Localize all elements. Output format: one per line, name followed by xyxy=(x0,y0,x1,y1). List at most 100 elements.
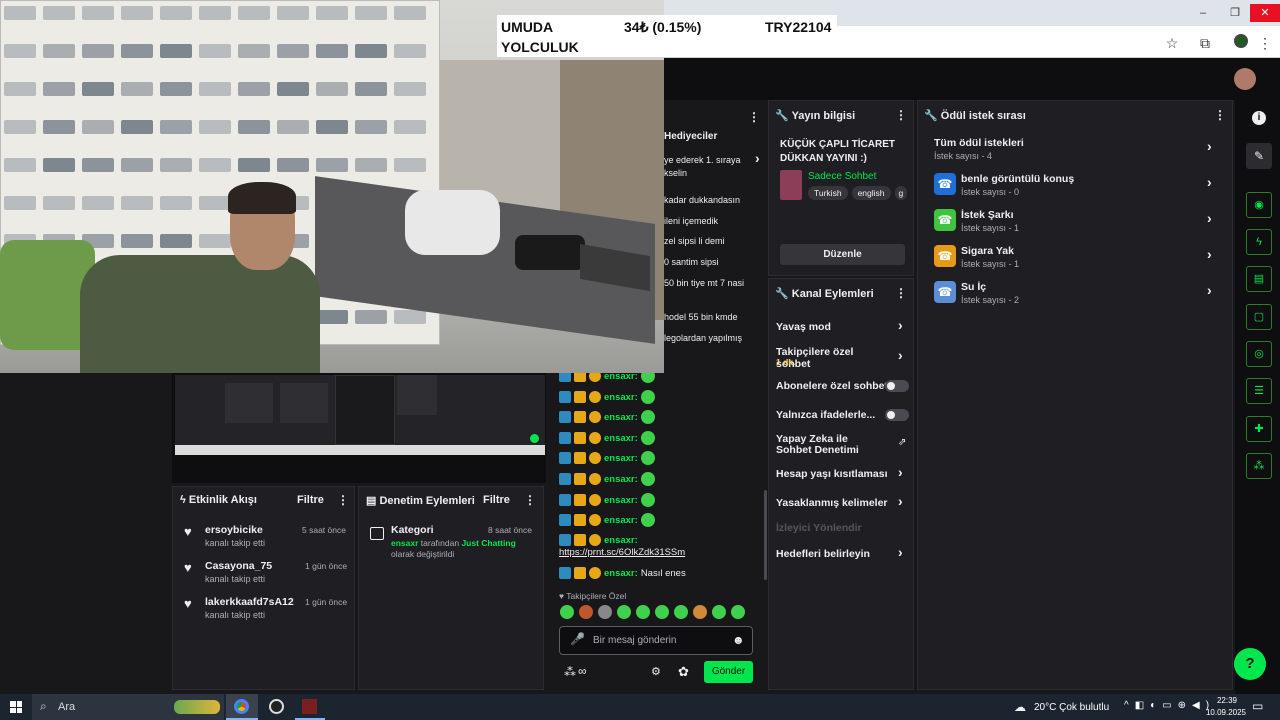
camera-icon[interactable]: ◉ xyxy=(1246,192,1272,218)
windows-start-icon[interactable] xyxy=(10,701,22,713)
chevron-right-icon[interactable]: › xyxy=(898,464,903,480)
set-goals-label[interactable]: Hedefleri belirleyin xyxy=(776,548,870,560)
tag[interactable]: english xyxy=(851,186,891,200)
layout-icon[interactable]: ☰ xyxy=(1246,378,1272,404)
channel-points-icon[interactable]: ⁂ xyxy=(564,665,576,679)
mod-menu-icon[interactable]: ⋮ xyxy=(524,493,536,507)
profile-icon[interactable] xyxy=(1232,34,1250,52)
channel-actions-menu-icon[interactable]: ⋮ xyxy=(895,286,907,300)
bot-icon[interactable]: ✿ xyxy=(678,664,689,680)
mod-entry-category[interactable]: Just Chatting xyxy=(461,538,515,548)
chevron-right-icon[interactable]: › xyxy=(1207,282,1212,298)
chevron-right-icon[interactable]: › xyxy=(1207,138,1212,154)
chat-username[interactable]: ensaxr: xyxy=(604,495,638,506)
chat-username[interactable]: ensaxr: xyxy=(604,515,638,526)
emote-only-toggle[interactable] xyxy=(885,409,909,421)
chevron-right-icon[interactable]: › xyxy=(1207,246,1212,262)
extensions-icon[interactable]: ⁂ xyxy=(1246,453,1272,479)
chat-username[interactable]: ensaxr: xyxy=(604,535,638,546)
chat-username[interactable]: ensaxr: xyxy=(604,474,638,485)
emote[interactable] xyxy=(598,605,612,619)
banned-words-label[interactable]: Yasaklanmış kelimeler xyxy=(776,497,888,509)
activity-filter-button[interactable]: Filtre xyxy=(297,494,324,506)
activity-menu-icon[interactable]: ⋮ xyxy=(337,493,349,507)
chevron-right-icon[interactable]: › xyxy=(755,150,760,166)
category-name[interactable]: Sadece Sohbet xyxy=(808,171,876,182)
broadcast-icon[interactable]: ◎ xyxy=(1246,341,1272,367)
reward-name[interactable]: benle görüntülü konuş xyxy=(961,173,1074,185)
chevron-right-icon[interactable]: › xyxy=(1207,210,1212,226)
ai-moderation-label[interactable]: Yapay Zeka ile Sohbet Denetimi xyxy=(776,434,886,455)
emote[interactable] xyxy=(579,605,593,619)
chat-username[interactable]: ensaxr: xyxy=(604,433,638,444)
tag[interactable]: Turkish xyxy=(808,186,848,200)
emote[interactable] xyxy=(674,605,688,619)
event-user[interactable]: lakerkkaafd7sA12 xyxy=(205,596,294,608)
app-taskbar-button[interactable] xyxy=(295,694,325,720)
clock-time[interactable]: 22:39 xyxy=(1212,696,1242,705)
chat-settings-icon[interactable]: ⚙ xyxy=(651,665,661,678)
emote[interactable] xyxy=(636,605,650,619)
clock-date[interactable]: 10.09.2025 xyxy=(1204,708,1248,717)
stream-info-menu-icon[interactable]: ⋮ xyxy=(895,108,907,122)
reward-name[interactable]: Su İç xyxy=(961,281,986,293)
chat-username[interactable]: ensaxr: xyxy=(604,568,638,579)
emote[interactable] xyxy=(712,605,726,619)
chat-username[interactable]: ensaxr: xyxy=(604,392,638,403)
chat-icon[interactable]: ▢ xyxy=(1246,304,1272,330)
emote[interactable] xyxy=(731,605,745,619)
emote-picker-icon[interactable]: ☻ xyxy=(732,633,745,647)
chevron-right-icon[interactable]: › xyxy=(898,347,903,363)
slow-mode-label[interactable]: Yavaş mod xyxy=(776,321,831,333)
close-button[interactable]: ✕ xyxy=(1250,4,1280,22)
tag[interactable]: g xyxy=(894,186,908,200)
event-user[interactable]: ersoybicike xyxy=(205,524,263,536)
external-link-icon[interactable]: ⇗ xyxy=(898,437,906,448)
chevron-right-icon[interactable]: › xyxy=(1207,174,1212,190)
chat-scrollbar[interactable] xyxy=(764,490,767,580)
taskbar-search[interactable]: ⌕ Ara xyxy=(32,694,224,720)
chevron-right-icon[interactable]: › xyxy=(898,317,903,333)
reward-name[interactable]: İstek Şarkı xyxy=(961,209,1014,221)
chrome-taskbar-button[interactable] xyxy=(226,694,258,720)
system-tray[interactable]: ^◧◐▭⊕◀) xyxy=(1124,700,1215,711)
subscribers-only-toggle[interactable] xyxy=(885,380,909,392)
send-button[interactable]: Gönder xyxy=(704,661,753,683)
chevron-right-icon[interactable]: › xyxy=(898,493,903,509)
chat-panel-menu-icon[interactable]: ⋮ xyxy=(748,108,760,126)
help-icon[interactable]: ? xyxy=(1234,648,1266,680)
chevron-right-icon[interactable]: › xyxy=(898,544,903,560)
chat-username[interactable]: ensaxr: xyxy=(604,453,638,464)
clipboard-icon[interactable]: ▤ xyxy=(1246,266,1272,292)
emote[interactable] xyxy=(560,605,574,619)
obs-taskbar-button[interactable] xyxy=(262,694,292,720)
puzzle-icon[interactable]: ⧉ xyxy=(1196,34,1214,52)
mod-filter-button[interactable]: Filtre xyxy=(483,494,510,506)
reward-name[interactable]: Sigara Yak xyxy=(961,245,1014,257)
chat-link[interactable]: https://prnt.sc/6OlkZdk31SSm xyxy=(559,547,685,558)
notification-icon[interactable]: ▭ xyxy=(1252,699,1263,713)
maximize-button[interactable]: ❐ xyxy=(1220,4,1250,22)
lightning-icon[interactable]: ϟ xyxy=(1246,229,1272,255)
wrench-icon[interactable]: ✚ xyxy=(1246,416,1272,442)
avatar[interactable] xyxy=(1234,68,1256,90)
info-icon[interactable]: i xyxy=(1252,111,1266,125)
minimize-button[interactable]: – xyxy=(1188,4,1218,22)
emote[interactable] xyxy=(655,605,669,619)
emote[interactable] xyxy=(693,605,707,619)
chat-username[interactable]: ensaxr: xyxy=(604,412,638,423)
reward-queue-menu-icon[interactable]: ⋮ xyxy=(1214,108,1226,122)
weather-text[interactable]: 20°C Çok bulutlu xyxy=(1034,702,1109,713)
emote[interactable] xyxy=(617,605,631,619)
browser-menu-icon[interactable]: ⋮ xyxy=(1256,34,1274,52)
account-age-label[interactable]: Hesap yaşı kısıtlaması xyxy=(776,468,888,480)
all-rewards-title[interactable]: Tüm ödül istekleri xyxy=(934,137,1024,149)
category-thumbnail[interactable] xyxy=(780,170,802,200)
edit-button[interactable]: Düzenle xyxy=(780,244,905,265)
shelf-box xyxy=(277,158,309,172)
microphone-icon[interactable]: 🎤 xyxy=(570,632,585,646)
mod-entry-user[interactable]: ensaxr xyxy=(391,538,418,548)
event-user[interactable]: Casayona_75 xyxy=(205,560,272,572)
pencil-icon[interactable]: ✎ xyxy=(1246,143,1272,169)
star-icon[interactable]: ☆ xyxy=(1163,34,1181,52)
